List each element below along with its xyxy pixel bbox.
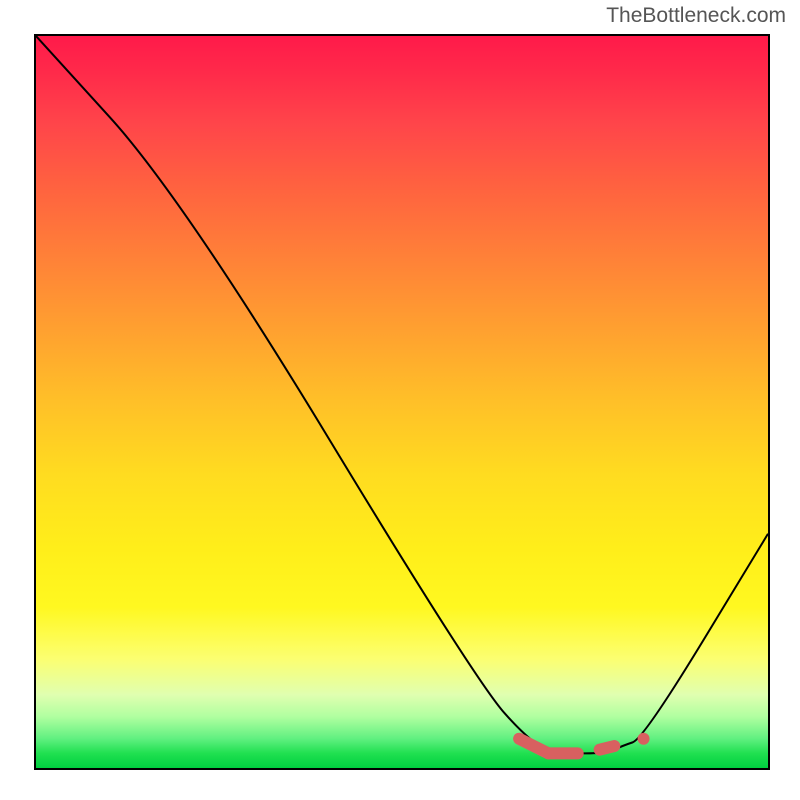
chart-svg [36,36,768,768]
plot-area [34,34,770,770]
bottleneck-curve-line [36,36,768,753]
watermark-text: TheBottleneck.com [606,4,786,28]
chart-container: TheBottleneck.com [0,0,800,800]
